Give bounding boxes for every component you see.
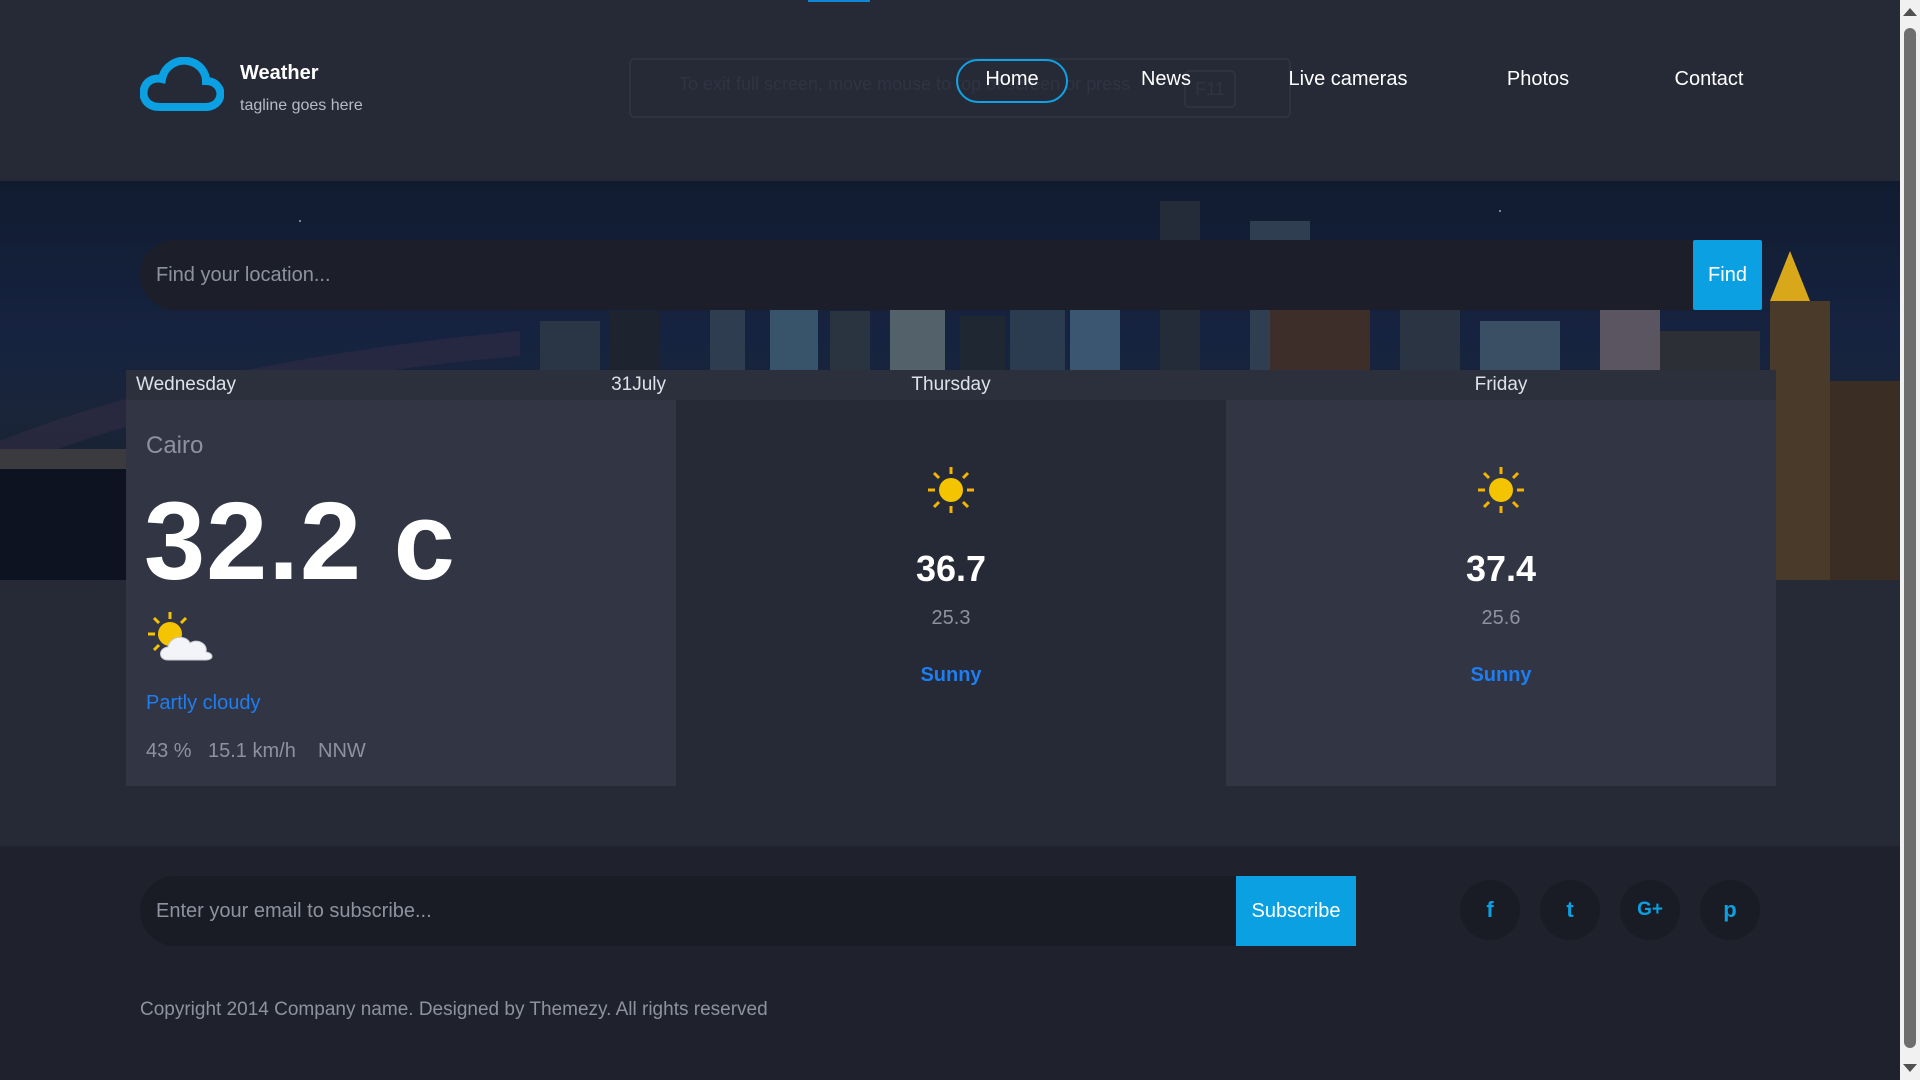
nav-home[interactable]: Home [956, 59, 1068, 103]
wind-speed-value: 15.1 km/h [208, 740, 296, 762]
forecast-day: Thursday [676, 370, 1226, 400]
sun-icon [1478, 467, 1524, 513]
forecast-condition: Sunny [1470, 664, 1532, 686]
sun-icon [928, 467, 974, 513]
nav-contact[interactable]: Contact [1664, 59, 1754, 99]
brand-title[interactable]: Weather [240, 62, 319, 85]
google-plus-icon[interactable]: G+ [1620, 880, 1680, 940]
subscribe-button[interactable]: Subscribe [1236, 876, 1356, 946]
current-temperature: 32.2 c [144, 480, 456, 603]
location-search-input[interactable] [140, 240, 1693, 310]
nav-live-cameras[interactable]: Live cameras [1283, 59, 1413, 99]
forecast-card-thursday: Thursday 36.7 25.3 Sunny [676, 370, 1226, 786]
scroll-up-arrow-icon[interactable] [1903, 8, 1917, 16]
today-forecast-card: Wednesday 31July Cairo 32.2 c Partly clo… [126, 370, 676, 786]
today-header: Wednesday 31July [126, 370, 676, 400]
forecast-low: 25.6 [1481, 607, 1521, 629]
forecast-high: 37.4 [1465, 548, 1537, 589]
vertical-scrollbar[interactable] [1900, 0, 1920, 1080]
nav-photos[interactable]: Photos [1496, 59, 1580, 99]
forecast-condition: Sunny [920, 664, 982, 686]
location-search: Find [140, 240, 1762, 310]
today-day: Wednesday [136, 374, 236, 395]
subscribe-email-input[interactable] [140, 876, 1236, 946]
scroll-down-arrow-icon[interactable] [1903, 1064, 1917, 1072]
forecast-high: 36.7 [915, 548, 987, 589]
pinterest-icon[interactable]: p [1700, 880, 1760, 940]
cloud-logo-icon[interactable] [140, 57, 224, 111]
location-name: Cairo [146, 432, 204, 459]
today-date: 31July [611, 374, 666, 395]
copyright-text: Copyright 2014 Company name. Designed by… [140, 999, 768, 1020]
forecast-day: Friday [1226, 370, 1776, 400]
tab-indicator [808, 0, 870, 2]
humidity-value: 43 % [146, 740, 192, 762]
find-button[interactable]: Find [1693, 240, 1762, 310]
nav-news[interactable]: News [1129, 59, 1203, 99]
facebook-icon[interactable]: f [1460, 880, 1520, 940]
today-condition: Partly cloudy [146, 692, 261, 714]
site-footer: Subscribe f t G+ p Copyright 2014 Compan… [0, 846, 1900, 1080]
twitter-icon[interactable]: t [1540, 880, 1600, 940]
brand-tagline: tagline goes here [240, 97, 363, 114]
partly-cloudy-icon [148, 612, 213, 661]
wind-direction-value: NNW [318, 740, 366, 762]
forecast-low: 25.3 [931, 607, 971, 629]
forecast-card-friday: Friday 37.4 25.6 Sunny [1226, 370, 1776, 786]
scrollbar-thumb[interactable] [1904, 28, 1916, 1048]
site-header: Weather tagline goes here To exit full s… [0, 0, 1900, 181]
